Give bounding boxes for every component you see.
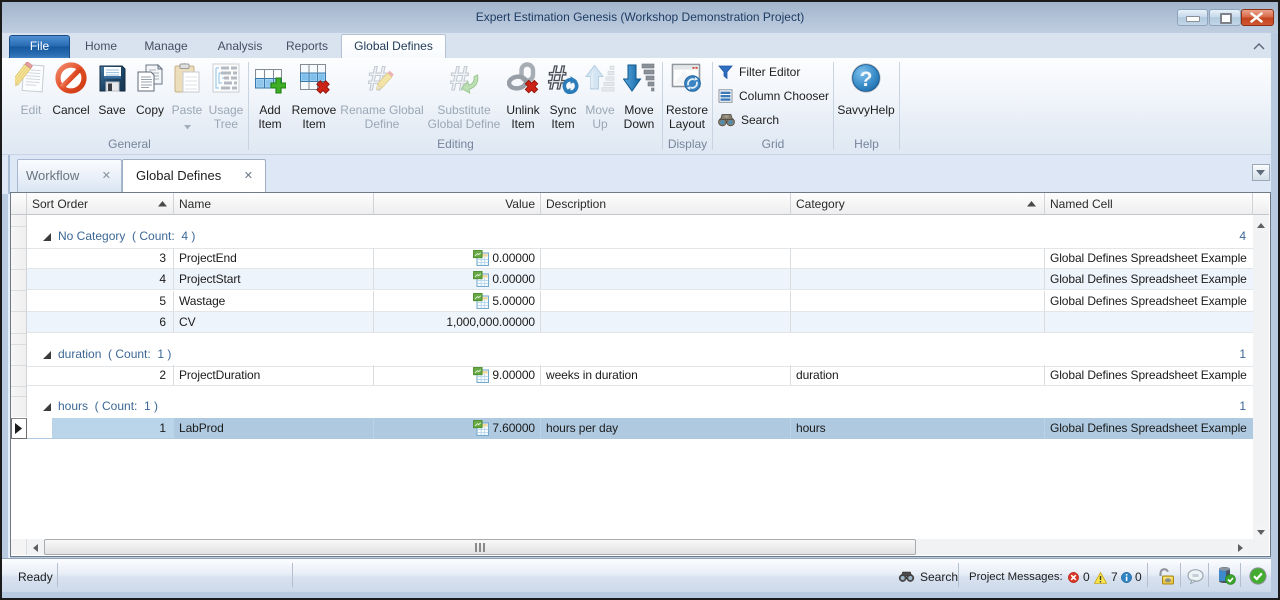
- svg-text:?: ?: [860, 68, 873, 91]
